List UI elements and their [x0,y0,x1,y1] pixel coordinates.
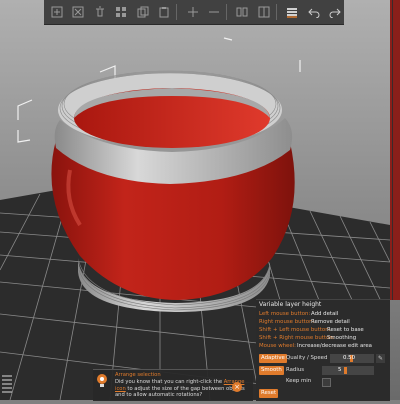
copy-icon[interactable] [134,3,151,21]
radius-label: Radius [286,367,305,373]
hint-value: Increase/decrease edit area [297,343,372,349]
radius-value: 5 [338,367,342,373]
split-objects-icon[interactable] [234,3,251,21]
delete-icon[interactable] [69,3,86,21]
notification-text: Did you know that you can right-click th… [115,379,223,385]
radius-slider-knob[interactable] [344,367,347,374]
paste-icon[interactable] [155,3,172,21]
hint-key: Left mouse button: [259,311,311,317]
toolbar-separator [275,4,277,20]
delete-all-icon[interactable] [91,3,108,21]
variable-layer-height-panel: Variable layer height Left mouse button:… [256,299,390,401]
edit-icon[interactable]: ✎ [376,354,385,363]
notification-title: Arrange selection [115,372,161,378]
toolbar-separator [225,4,227,20]
add-icon[interactable] [48,3,65,21]
keep-min-checkbox[interactable] [322,378,331,387]
hint-value: Remove detail [311,319,350,325]
hint-row: Left mouse button: Add detail [259,311,338,319]
keep-min-label: Keep min [286,378,312,384]
hint-row: Right mouse button: Remove detail [259,319,350,327]
toolbar-separator [175,4,177,20]
horizontal-slider-handle[interactable] [0,370,14,400]
hint-value: Reset to base [327,327,364,333]
remove-instance-icon[interactable] [205,3,222,21]
hint-row: Mouse wheel: Increase/decrease edit area [259,343,372,351]
close-icon[interactable]: × [232,382,242,392]
hint-value: Add detail [311,311,339,317]
notification-text: to adjust the size of the gap between ob… [115,385,245,399]
add-instance-icon[interactable] [184,3,201,21]
hint-key: Shift + Right mouse button: [259,335,335,341]
hint-row: Shift + Left mouse button: Reset to base [259,327,364,335]
redo-icon[interactable] [327,3,344,21]
quality-label: Quality / Speed [286,355,328,361]
hint-notification: Arrange selection Did you know that you … [93,369,253,401]
layer-slider[interactable] [390,0,400,300]
hint-key: Shift + Left mouse button: [259,327,331,333]
layers-icon[interactable] [284,3,301,21]
quality-value: 0.50 [343,355,356,361]
lightbulb-icon [95,373,109,389]
notification-body: Did you know that you can right-click th… [115,379,247,399]
top-toolbar [44,0,344,25]
undo-icon[interactable] [305,3,322,21]
smooth-button[interactable]: Smooth [259,366,284,375]
hint-value: Smoothing [327,335,357,341]
arrange-icon[interactable] [112,3,129,21]
hint-key: Mouse wheel: [259,343,296,349]
reset-button[interactable]: Reset [259,389,279,398]
hint-key: Right mouse button: [259,319,315,325]
adaptive-button[interactable]: Adaptive [259,354,287,363]
quality-slider[interactable]: 0.50 [330,354,374,363]
hint-row: Shift + Right mouse button: Smoothing [259,335,356,343]
split-parts-icon[interactable] [255,3,272,21]
panel-title: Variable layer height [259,301,322,308]
radius-slider[interactable]: 5 [322,366,374,375]
